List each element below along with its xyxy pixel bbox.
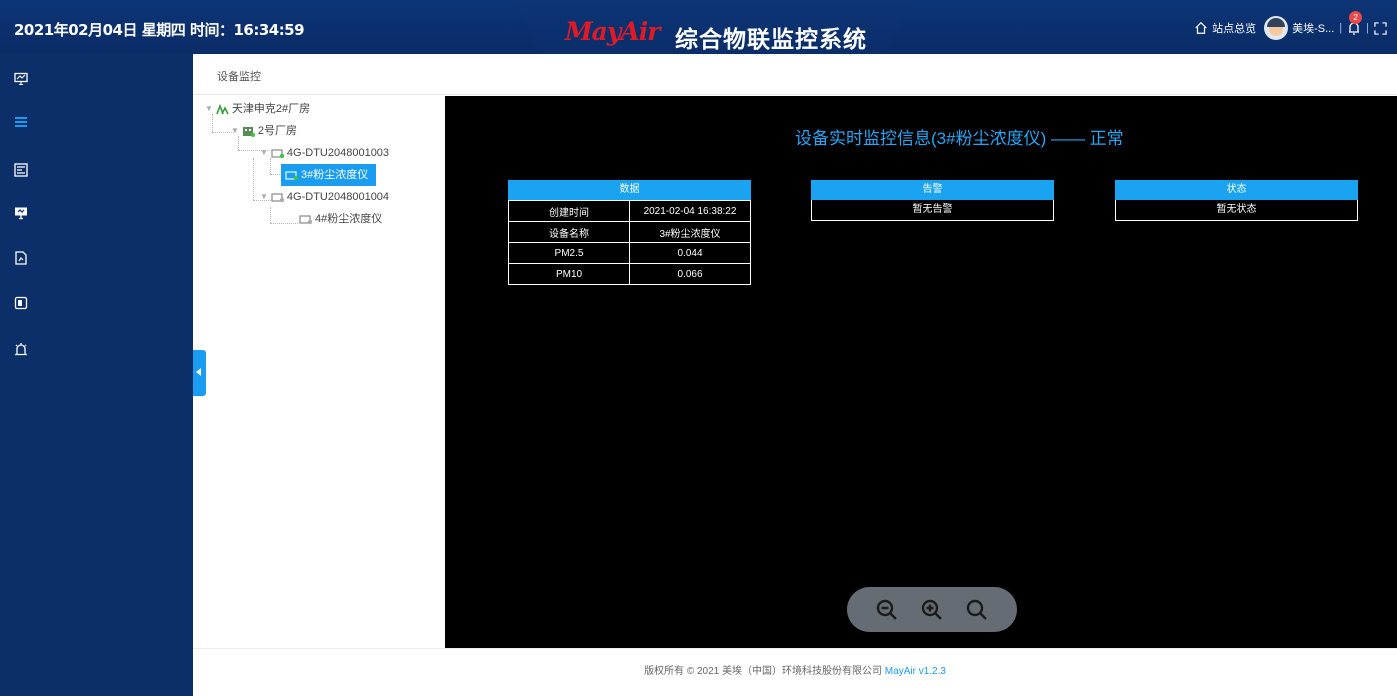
tree-node-selected[interactable]: 3#粉尘浓度仪 [281, 164, 377, 186]
tree-node[interactable]: 4#粉尘浓度仪 [299, 208, 382, 230]
monitor-canvas: 设备实时监控信息(3#粉尘浓度仪) —— 正常 数据 创建时间 2021-02-… [445, 96, 1397, 648]
version-link[interactable]: MayAir v1.2.3 [885, 666, 946, 677]
divider: | [1366, 22, 1369, 34]
status-value: 暂无状态 [1115, 200, 1358, 221]
breadcrumb: 设备监控 [217, 71, 261, 83]
header-toolbar: 站点总览 美埃-S... | 2 | [1194, 11, 1387, 40]
brand-logo: MayAir [565, 17, 660, 46]
site-icon [216, 103, 229, 114]
screen-icon [15, 207, 27, 220]
tree-node[interactable]: ▼ 2号厂房 [231, 120, 297, 142]
data-panel: 数据 创建时间 2021-02-04 16:38:22 设备名称 3#粉尘浓度仪… [508, 180, 751, 285]
sidebar-item-alarm[interactable] [12, 340, 30, 358]
sensor-icon [285, 170, 298, 180]
sidebar-item-device[interactable] [12, 294, 30, 312]
monitor-title: 设备实时监控信息(3#粉尘浓度仪) —— 正常 [795, 129, 1124, 148]
footer: 版权所有 © 2021 美埃（中国）环境科技股份有限公司 MayAir v1.2… [193, 648, 1397, 696]
sensor-icon [299, 214, 312, 224]
alarm-panel-header: 告警 [811, 180, 1054, 200]
monitor-icon [14, 72, 28, 86]
table-row: 创建时间 2021-02-04 16:38:22 [508, 200, 751, 222]
user-name[interactable]: 美埃-S... [1292, 20, 1334, 36]
chevron-down-icon[interactable]: ▼ [231, 120, 239, 142]
table-cell: 创建时间 [508, 200, 630, 222]
tree-node[interactable]: ▼ 天津申克2#厂房 [205, 98, 310, 120]
alarm-panel: 告警 暂无告警 [811, 180, 1054, 221]
sidebar-item-monitor[interactable] [12, 70, 30, 88]
fullscreen-icon[interactable] [1374, 21, 1387, 35]
sidebar [0, 54, 193, 696]
tree-node-label: 4G-DTU2048001004 [286, 191, 390, 203]
status-panel-header: 状态 [1115, 180, 1358, 200]
chevron-down-icon[interactable]: ▼ [260, 186, 268, 208]
home-icon[interactable] [1194, 21, 1208, 35]
zoom-toolbar [847, 587, 1017, 632]
tree-node[interactable]: ▼ 4G-DTU2048001004 [260, 186, 389, 208]
gateway-icon [271, 192, 284, 202]
tree-node-label: 3#粉尘浓度仪 [301, 169, 369, 181]
sidebar-item-dashboard[interactable] [12, 161, 30, 179]
zoom-in-icon[interactable] [920, 598, 944, 622]
system-title: 综合物联监控系统 [675, 27, 867, 53]
table-cell: 0.066 [629, 263, 751, 285]
tree-node-label: 4#粉尘浓度仪 [315, 213, 383, 225]
notification-button[interactable]: 2 [1347, 11, 1363, 36]
overview-link[interactable]: 站点总览 [1212, 20, 1256, 36]
main-content: 设备监控 ▼ 天津申克2#厂房 ▼ 2号厂房 ▼ 4G-DTU204800100… [193, 54, 1397, 696]
list-icon [15, 117, 27, 127]
table-cell: 2021-02-04 16:38:22 [629, 200, 751, 222]
tree-node-label: 4G-DTU2048001003 [286, 147, 390, 159]
sidebar-item-screen[interactable] [12, 204, 30, 222]
sidebar-item-list[interactable] [12, 113, 30, 131]
report-icon [15, 251, 27, 265]
gateway-icon [271, 148, 284, 158]
dashboard-icon [14, 163, 28, 177]
zoom-out-icon[interactable] [875, 598, 899, 622]
status-panel: 状态 暂无状态 [1115, 180, 1358, 221]
collapse-sidebar-button[interactable] [193, 350, 206, 396]
datetime-display: 2021年02月04日 星期四 时间：16:34:59 [14, 21, 305, 39]
table-cell: 0.044 [629, 242, 751, 264]
device-icon [14, 296, 28, 310]
table-cell: 设备名称 [508, 221, 630, 243]
table-row: PM10 0.066 [508, 263, 751, 285]
data-panel-header: 数据 [508, 180, 751, 200]
divider [193, 94, 1397, 95]
avatar[interactable] [1264, 16, 1289, 40]
zoom-reset-icon[interactable] [965, 598, 989, 622]
building-icon [242, 126, 255, 137]
chevron-down-icon[interactable]: ▼ [260, 142, 268, 164]
table-cell: PM10 [508, 263, 630, 285]
copyright-text: 版权所有 © 2021 美埃（中国）环境科技股份有限公司 [644, 666, 885, 677]
alarm-icon [15, 343, 27, 356]
sidebar-item-report[interactable] [12, 249, 30, 267]
table-cell: 3#粉尘浓度仪 [629, 221, 751, 243]
table-cell: PM2.5 [508, 242, 630, 264]
tree-node-label: 天津申克2#厂房 [231, 103, 311, 115]
top-header: 2021年02月04日 星期四 时间：16:34:59 MayAir 综合物联监… [0, 0, 1397, 70]
alarm-value: 暂无告警 [811, 200, 1054, 221]
chevron-down-icon[interactable]: ▼ [205, 98, 213, 120]
table-row: PM2.5 0.044 [508, 242, 751, 264]
table-row: 设备名称 3#粉尘浓度仪 [508, 221, 751, 243]
data-table: 创建时间 2021-02-04 16:38:22 设备名称 3#粉尘浓度仪 PM… [508, 200, 751, 285]
divider: | [1339, 22, 1343, 34]
tree-node[interactable]: ▼ 4G-DTU2048001003 [260, 142, 389, 164]
tree-node-label: 2号厂房 [257, 125, 298, 137]
